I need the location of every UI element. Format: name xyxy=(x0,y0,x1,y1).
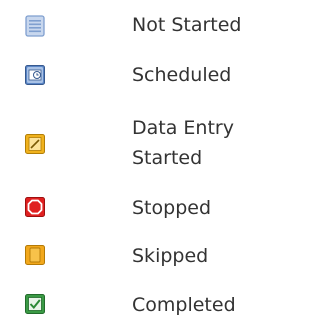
legend-label-data-entry-started-line-2: Started xyxy=(132,147,203,169)
legend-item-not-started: Not Started xyxy=(0,10,248,40)
legend-item-stopped: Stopped xyxy=(0,193,248,223)
stopped-icon xyxy=(24,196,46,218)
data-entry-started-icon xyxy=(24,133,46,155)
legend-label-skipped: Skipped xyxy=(132,245,209,267)
event-status-legend: Not Started Scheduled Data Entry Started… xyxy=(0,0,248,320)
legend-label-data-entry-started-line-1: Data Entry xyxy=(132,117,234,139)
legend-label-completed: Completed xyxy=(132,294,236,316)
legend-label-stopped: Stopped xyxy=(132,197,212,219)
legend-item-data-entry-started: Data Entry Started xyxy=(0,113,248,173)
legend-label-scheduled: Scheduled xyxy=(132,64,232,86)
not-started-icon xyxy=(24,15,46,37)
legend-item-skipped: Skipped xyxy=(0,241,248,271)
skipped-icon xyxy=(24,244,46,266)
legend-item-scheduled: Scheduled xyxy=(0,60,248,90)
legend-item-completed: Completed xyxy=(0,290,248,320)
scheduled-icon xyxy=(24,64,46,86)
completed-icon xyxy=(24,293,46,315)
legend-label-not-started: Not Started xyxy=(132,14,242,36)
